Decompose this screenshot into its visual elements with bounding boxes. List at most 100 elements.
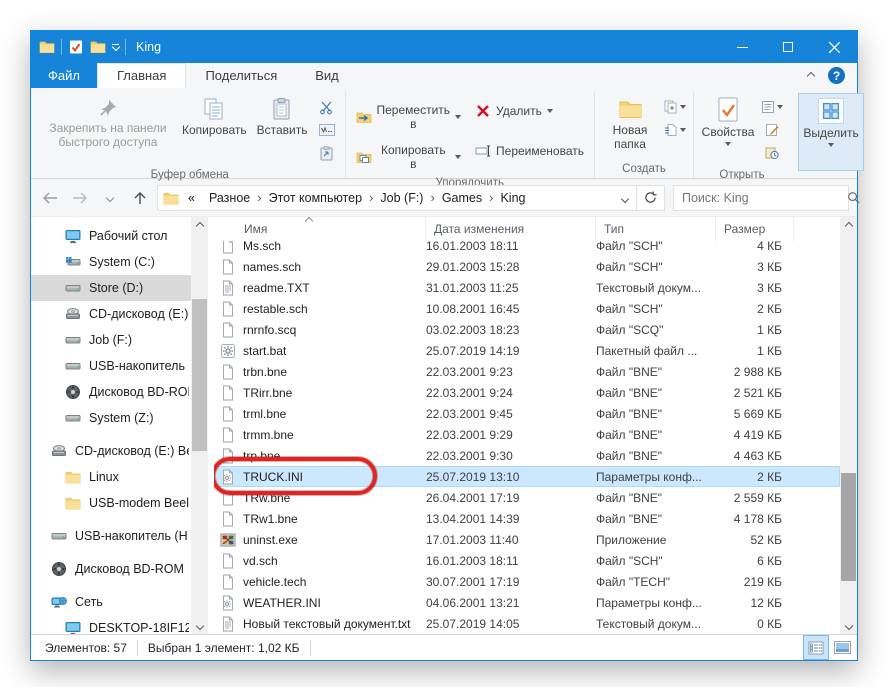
main-area: Рабочий стол System (C:) Store (D:) CD-диск…: [31, 217, 857, 634]
tab-Файл[interactable]: Файл: [31, 63, 97, 88]
tab-Вид[interactable]: Вид: [296, 63, 358, 88]
file-row[interactable]: Новый текстовый документ.txt25.07.2019 1…: [214, 613, 840, 634]
scroll-up-icon[interactable]: [840, 217, 857, 234]
sidebar-item[interactable]: Дисковод BD-ROM: [31, 379, 191, 405]
column-header-name[interactable]: Имя: [214, 217, 426, 241]
close-button[interactable]: [811, 31, 857, 63]
sidebar-item[interactable]: DESKTOP-18IF12O: [31, 615, 191, 634]
scroll-down-icon[interactable]: [840, 617, 857, 634]
file-row[interactable]: trmm.bne22.03.2001 9:29Файл "BNE"4 419 К…: [214, 424, 840, 445]
file-row[interactable]: rnrnfo.scq03.02.2003 18:23Файл "SCQ"1 КБ: [214, 319, 840, 340]
file-row[interactable]: start.bat25.07.2019 14:19Пакетный файл .…: [214, 340, 840, 361]
sidebar-scrollbar[interactable]: [191, 217, 208, 634]
sidebar-item[interactable]: Job (F:): [31, 327, 191, 353]
qat-customize-icon[interactable]: [112, 44, 119, 50]
new-item-button[interactable]: [663, 97, 687, 117]
file-name: Ms.sch: [243, 241, 281, 253]
qat-new-folder-icon[interactable]: [90, 39, 106, 55]
sidebar-item[interactable]: System (C:): [31, 249, 191, 275]
sidebar-item[interactable]: USB-накопитель (: [31, 353, 191, 379]
navigation-bar: «Разное›Этот компьютер›Job (F:)›Games›Ki…: [31, 179, 857, 217]
easy-access-button[interactable]: [663, 120, 687, 140]
collapse-ribbon-icon[interactable]: [807, 71, 815, 79]
column-header-size[interactable]: Размер: [716, 217, 794, 241]
qat-properties-icon[interactable]: [68, 39, 84, 55]
sidebar-item-label: System (C:): [89, 255, 155, 269]
open-button[interactable]: [760, 97, 784, 117]
copy-button[interactable]: Копировать: [177, 93, 252, 140]
up-button[interactable]: [127, 186, 153, 210]
delete-button[interactable]: Удалить: [469, 99, 590, 123]
column-header-date[interactable]: Дата изменения: [426, 217, 596, 241]
pin-quick-access-button[interactable]: Закрепить на панели быстрого доступа: [39, 93, 177, 152]
filelist-scrollbar[interactable]: [840, 217, 857, 634]
sidebar-item-label: CD-дисковод (E:) B: [89, 307, 189, 321]
help-icon[interactable]: ?: [828, 67, 845, 84]
tab-Главная[interactable]: Главная: [97, 63, 186, 88]
sidebar-item[interactable]: Linux: [31, 464, 191, 490]
sidebar-item[interactable]: CD-дисковод (E:) Be: [31, 438, 191, 464]
refresh-button[interactable]: [636, 185, 664, 211]
breadcrumb-segment[interactable]: Разное: [206, 191, 253, 205]
back-button[interactable]: [37, 186, 63, 210]
file-row[interactable]: vd.sch16.01.2003 18:11Файл "SCH"6 КБ: [214, 550, 840, 571]
sidebar-item[interactable]: Рабочий стол: [31, 223, 191, 249]
forward-button[interactable]: [67, 186, 93, 210]
file-size: 12 КБ: [716, 596, 794, 610]
scroll-down-icon[interactable]: [191, 617, 208, 634]
search-icon[interactable]: [847, 191, 868, 204]
tab-Поделиться[interactable]: Поделиться: [186, 63, 296, 88]
move-to-button[interactable]: Переместить в: [350, 99, 468, 135]
column-header-type[interactable]: Тип: [596, 217, 716, 241]
file-row[interactable]: WEATHER.INI04.06.2001 13:21Параметры кон…: [214, 592, 840, 613]
sidebar-item[interactable]: USB-накопитель (H: [31, 523, 191, 549]
breadcrumb-segment[interactable]: King: [497, 191, 528, 205]
sidebar-item[interactable]: System (Z:): [31, 405, 191, 431]
sidebar-item[interactable]: Дисковод BD-ROM: [31, 556, 191, 582]
scroll-up-icon[interactable]: [191, 217, 208, 234]
breadcrumb-segment[interactable]: Этот компьютер: [266, 191, 365, 205]
file-row[interactable]: names.sch29.01.2003 15:28Файл "SCH"3 КБ: [214, 256, 840, 277]
select-button[interactable]: Выделить: [798, 93, 864, 171]
file-row[interactable]: trbn.bne22.03.2001 9:23Файл "BNE"2 988 К…: [214, 361, 840, 382]
scrollbar-thumb[interactable]: [841, 473, 856, 581]
thumbnails-view-button[interactable]: [829, 635, 855, 660]
new-folder-button[interactable]: Новая папка: [599, 93, 661, 154]
breadcrumb-segment[interactable]: Games: [439, 191, 485, 205]
sidebar-item[interactable]: Store (D:): [31, 275, 191, 301]
file-row[interactable]: readme.TXT31.01.2003 11:25Текстовый доку…: [214, 277, 840, 298]
file-date: 26.04.2001 17:19: [426, 491, 596, 505]
copy-to-button[interactable]: Копировать в: [350, 139, 468, 175]
cut-button[interactable]: [315, 97, 339, 117]
file-row[interactable]: uninst.exe17.01.2003 11:40Приложение52 К…: [214, 529, 840, 550]
minimize-button[interactable]: [719, 31, 765, 63]
scrollbar-thumb[interactable]: [192, 299, 207, 451]
paste-shortcut-button[interactable]: [315, 143, 339, 163]
address-dropdown-icon[interactable]: [614, 191, 636, 205]
column-header-label: Размер: [724, 222, 765, 236]
sidebar-item[interactable]: Сеть: [31, 589, 191, 615]
breadcrumb-collapsed[interactable]: «: [185, 191, 198, 205]
file-row[interactable]: TRirr.bne22.03.2001 9:24Файл "BNE"2 521 …: [214, 382, 840, 403]
recent-locations-button[interactable]: [97, 186, 123, 210]
breadcrumb-segment[interactable]: Job (F:): [377, 191, 426, 205]
search-input[interactable]: [674, 191, 847, 205]
history-button[interactable]: [760, 143, 784, 163]
file-row[interactable]: Ms.sch16.01.2003 18:11Файл "SCH"4 КБ: [214, 241, 840, 256]
file-row[interactable]: TRw1.bne13.04.2001 14:39Файл "BNE"4 178 …: [214, 508, 840, 529]
file-row[interactable]: vehicle.tech30.07.2001 17:19Файл "TECH"2…: [214, 571, 840, 592]
maximize-button[interactable]: [765, 31, 811, 63]
rename-button[interactable]: Переименовать: [469, 139, 590, 163]
properties-button[interactable]: Свойства: [698, 93, 758, 148]
file-row[interactable]: trml.bne22.03.2001 9:45Файл "BNE"5 669 К…: [214, 403, 840, 424]
sidebar-item[interactable]: CD-дисковод (E:) B: [31, 301, 191, 327]
copy-path-button[interactable]: [315, 120, 339, 140]
paste-button[interactable]: Вставить: [252, 93, 313, 140]
file-row[interactable]: restable.sch10.08.2001 16:45Файл "SCH"2 …: [214, 298, 840, 319]
edit-button[interactable]: [760, 120, 784, 140]
sidebar-item[interactable]: USB-modem Beeli: [31, 490, 191, 516]
details-view-button[interactable]: [803, 635, 829, 660]
group-select: Выделить: [790, 91, 868, 178]
address-bar[interactable]: «Разное›Этот компьютер›Job (F:)›Games›Ki…: [157, 185, 665, 211]
sidebar-item-label: Дисковод BD-ROM: [75, 562, 184, 576]
